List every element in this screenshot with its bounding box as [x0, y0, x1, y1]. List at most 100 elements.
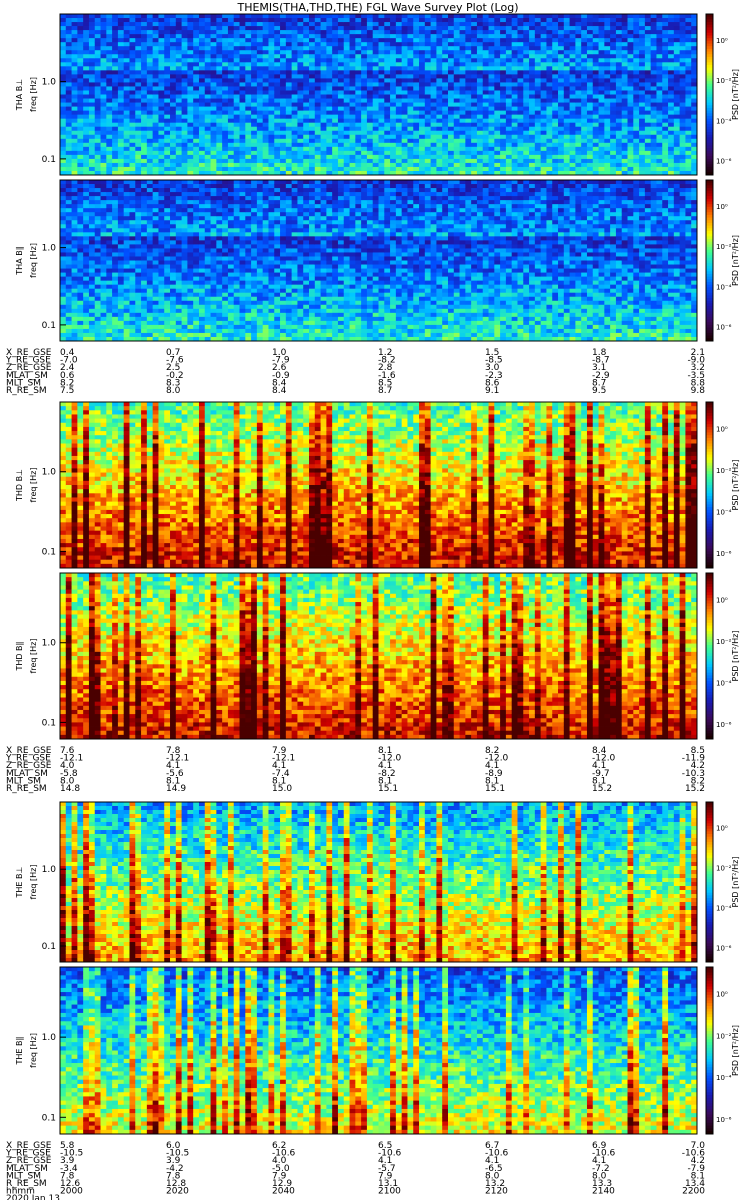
heatmap-cell — [83, 90, 89, 94]
heatmap-cell — [471, 119, 477, 123]
heatmap-cell — [355, 78, 361, 82]
heatmap-cell — [680, 123, 686, 127]
heatmap-cell — [60, 196, 66, 200]
heatmap-cell — [546, 18, 552, 22]
heatmap-cell — [471, 139, 477, 143]
heatmap-cell — [616, 107, 622, 111]
heatmap-cell — [101, 265, 107, 269]
heatmap-cell — [222, 14, 228, 18]
heatmap-cell — [286, 99, 292, 103]
heatmap-cell — [95, 293, 101, 297]
heatmap-cell — [147, 78, 153, 82]
heatmap-cell — [465, 30, 471, 34]
heatmap-cell — [685, 78, 691, 82]
heatmap-cell — [95, 50, 101, 54]
heatmap-cell — [355, 103, 361, 107]
heatmap-cell — [124, 159, 130, 163]
heatmap-cell — [77, 139, 83, 143]
heatmap-cell — [83, 70, 89, 74]
heatmap-cell — [72, 135, 78, 139]
heatmap-cell — [587, 99, 593, 103]
heatmap-cell — [587, 131, 593, 135]
heatmap-cell — [257, 50, 263, 54]
heatmap-cell — [581, 34, 587, 38]
heatmap-cell — [593, 54, 599, 58]
heatmap-cell — [66, 107, 72, 111]
heatmap-cell — [465, 42, 471, 46]
heatmap-cell — [564, 167, 570, 171]
heatmap-cell — [60, 252, 66, 256]
heatmap-cell — [89, 30, 95, 34]
heatmap-cell — [60, 256, 66, 260]
heatmap-cell — [599, 22, 605, 26]
heatmap-cell — [118, 204, 124, 208]
heatmap-cell — [77, 297, 83, 301]
heatmap-cell — [512, 127, 518, 131]
heatmap-cell — [77, 103, 83, 107]
heatmap-cell — [489, 95, 495, 99]
heatmap-cell — [164, 95, 170, 99]
heatmap-cell — [95, 220, 101, 224]
heatmap-cell — [454, 163, 460, 167]
heatmap-cell — [616, 95, 622, 99]
heatmap-cell — [436, 50, 442, 54]
heatmap-cell — [680, 103, 686, 107]
heatmap-cell — [292, 42, 298, 46]
heatmap-cell — [228, 90, 234, 94]
heatmap-cell — [604, 155, 610, 159]
heatmap-cell — [407, 159, 413, 163]
heatmap-cell — [500, 139, 506, 143]
heatmap-cell — [72, 26, 78, 30]
heatmap-cell — [211, 82, 217, 86]
heatmap-cell — [106, 90, 112, 94]
heatmap-cell — [106, 252, 112, 256]
heatmap-cell — [535, 143, 541, 147]
heatmap-cell — [384, 58, 390, 62]
heatmap-cell — [633, 30, 639, 34]
heatmap-cell — [361, 147, 367, 151]
heatmap-cell — [106, 188, 112, 192]
heatmap-cell — [321, 127, 327, 131]
heatmap-cell — [326, 14, 332, 18]
heatmap-cell — [552, 155, 558, 159]
heatmap-cell — [517, 30, 523, 34]
heatmap-cell — [66, 159, 72, 163]
heatmap-cell — [199, 127, 205, 131]
heatmap-cell — [355, 58, 361, 62]
heatmap-cell — [315, 90, 321, 94]
heatmap-cell — [535, 22, 541, 26]
heatmap-cell — [89, 111, 95, 115]
heatmap-cell — [95, 313, 101, 317]
heatmap-cell — [465, 151, 471, 155]
heatmap-cell — [419, 58, 425, 62]
heatmap-cell — [124, 123, 130, 127]
heatmap-cell — [483, 74, 489, 78]
heatmap-cell — [286, 22, 292, 26]
heatmap-cell — [89, 188, 95, 192]
heatmap-cell — [129, 228, 135, 232]
heatmap-cell — [639, 147, 645, 151]
heatmap-cell — [205, 159, 211, 163]
heatmap-cell — [616, 115, 622, 119]
heatmap-cell — [662, 115, 668, 119]
heatmap-cell — [158, 74, 164, 78]
heatmap-cell — [685, 34, 691, 38]
heatmap-cell — [523, 155, 529, 159]
heatmap-cell — [263, 34, 269, 38]
heatmap-cell — [153, 70, 159, 74]
heatmap-cell — [101, 163, 107, 167]
heatmap-cell — [454, 74, 460, 78]
heatmap-cell — [326, 90, 332, 94]
heatmap-cell — [477, 30, 483, 34]
heatmap-cell — [668, 26, 674, 30]
heatmap-cell — [645, 62, 651, 66]
heatmap-cell — [216, 14, 222, 18]
heatmap-cell — [124, 285, 130, 289]
heatmap-cell — [268, 62, 274, 66]
heatmap-cell — [419, 54, 425, 58]
heatmap-cell — [89, 261, 95, 265]
heatmap-cell — [83, 184, 89, 188]
heatmap-cell — [512, 111, 518, 115]
heatmap-cell — [570, 107, 576, 111]
heatmap-cell — [396, 86, 402, 90]
